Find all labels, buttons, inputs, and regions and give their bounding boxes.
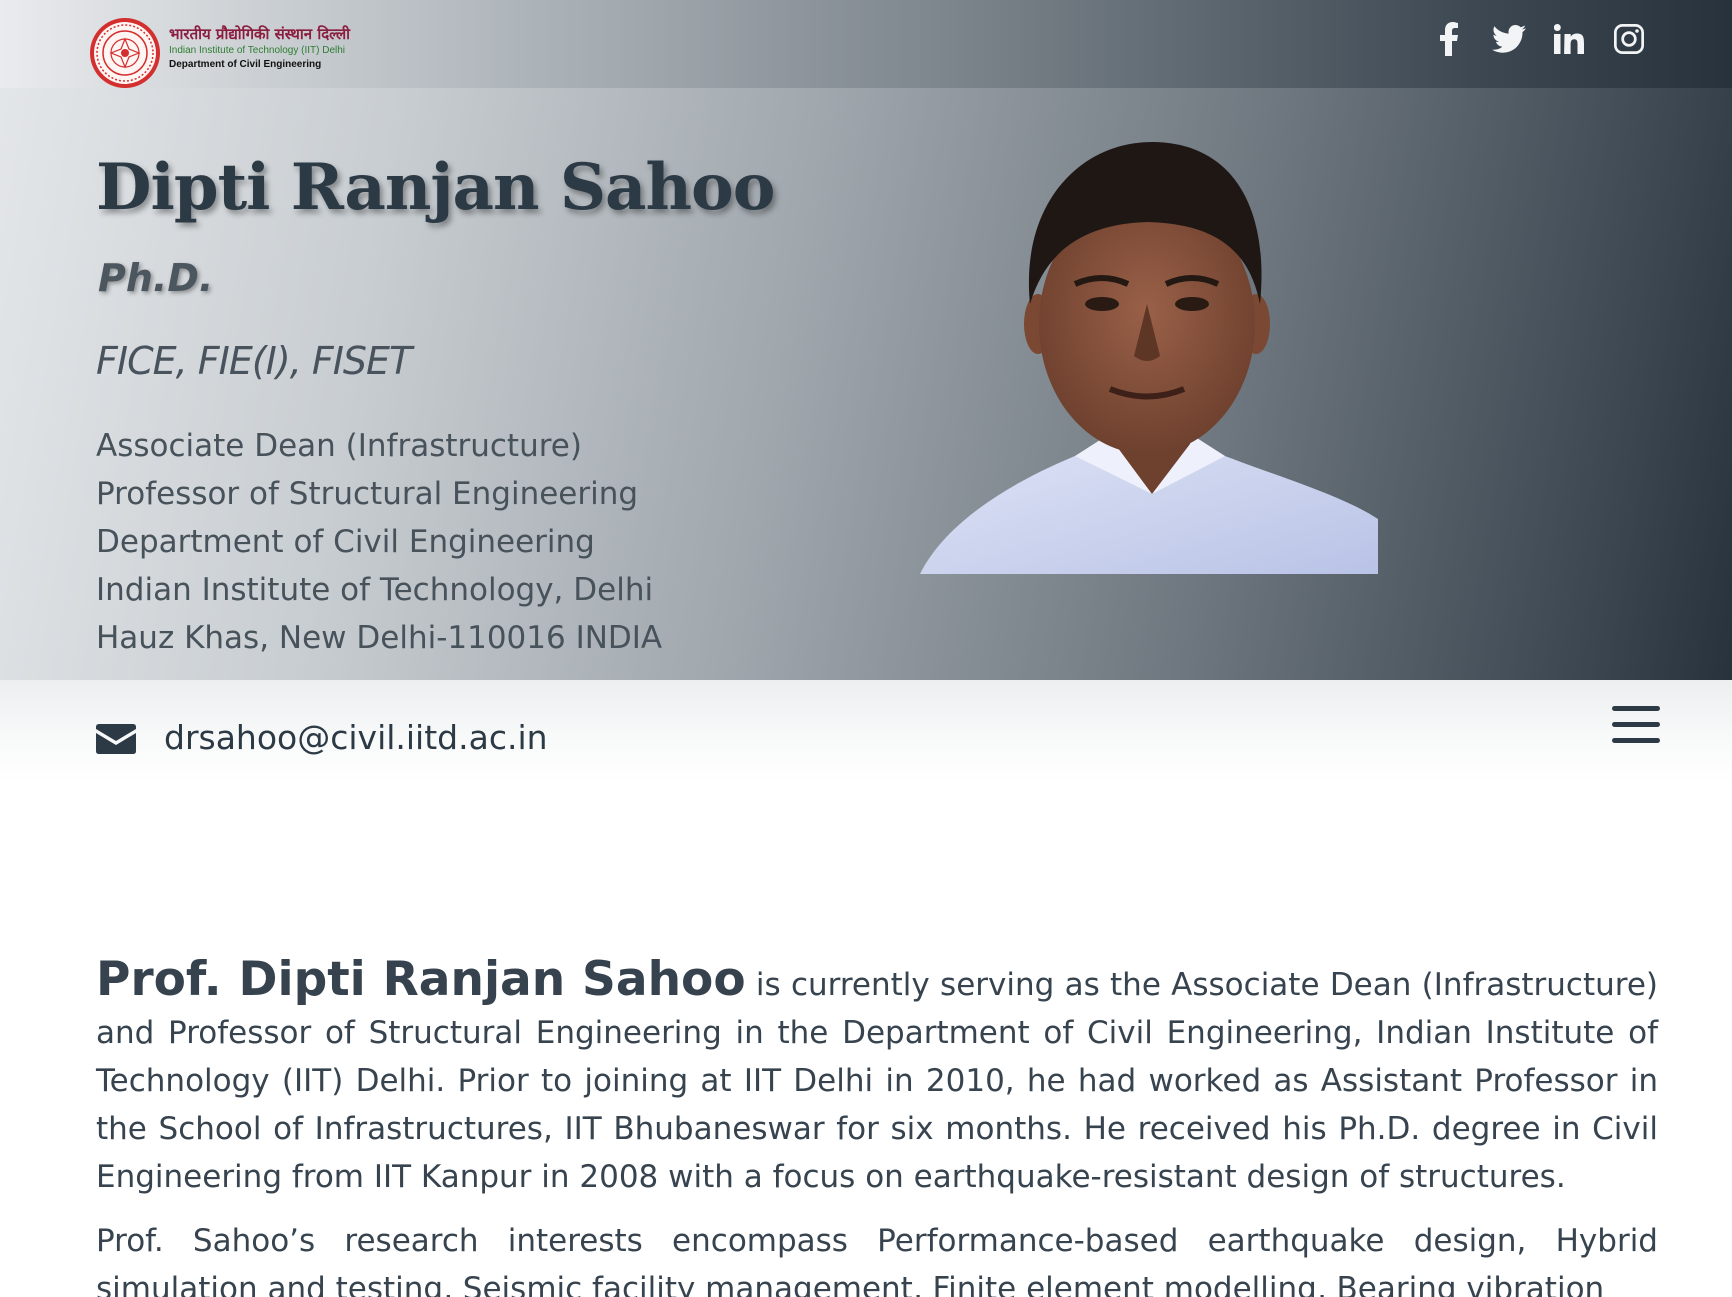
logo-hindi-name: भारतीय प्रौद्योगिकी संस्थान दिल्ली [169,25,350,43]
facebook-icon[interactable] [1432,22,1466,56]
profile-name: Dipti Ranjan Sahoo [96,150,775,225]
social-links [1432,22,1646,56]
hamburger-menu-icon[interactable] [1612,706,1660,748]
linkedin-icon[interactable] [1552,22,1586,56]
profile-hero: Dipti Ranjan Sahoo Ph.D. FICE, FIE(I), F… [0,88,1732,680]
profile-address: Associate Dean (Infrastructure) Professo… [96,422,662,662]
address-line: Department of Civil Engineering [96,524,595,560]
logo-institute-name: Indian Institute of Technology (IIT) Del… [169,45,346,56]
twitter-icon[interactable] [1492,22,1526,56]
address-line: Professor of Structural Engineering [96,476,639,512]
bio-lead-name: Prof. Dipti Ranjan Sahoo [96,952,746,1007]
profile-fellowships: FICE, FIE(I), FISET [96,339,412,383]
bio-paragraph: Prof. Sahoo’s research interests encompa… [96,1223,1658,1297]
contact-bar: drsahoo@civil.iitd.ac.in [0,680,1732,784]
instagram-icon[interactable] [1612,22,1646,56]
logo-text: भारतीय प्रौद्योगिकी संस्थान दिल्ली India… [169,26,350,71]
address-line: Associate Dean (Infrastructure) [96,428,582,464]
logo-department-name: Department of Civil Engineering [169,59,322,70]
email-link[interactable]: drsahoo@civil.iitd.ac.in [164,718,548,757]
bio-section: Prof. Dipti Ranjan Sahoo is currently se… [96,956,1658,1297]
profile-portrait [920,142,1378,574]
email-icon [96,724,136,754]
profile-degree: Ph.D. [98,256,214,300]
iitd-logo[interactable]: भारतीय प्रौद्योगिकी संस्थान दिल्ली India… [88,16,388,88]
iitd-emblem-icon [90,18,160,88]
top-bar: भारतीय प्रौद्योगिकी संस्थान दिल्ली India… [0,0,1732,88]
bio-paragraph: Prof. Dipti Ranjan Sahoo is currently se… [96,956,1658,1201]
address-line: Hauz Khas, New Delhi-110016 INDIA [96,620,663,656]
address-line: Indian Institute of Technology, Delhi [96,572,654,608]
